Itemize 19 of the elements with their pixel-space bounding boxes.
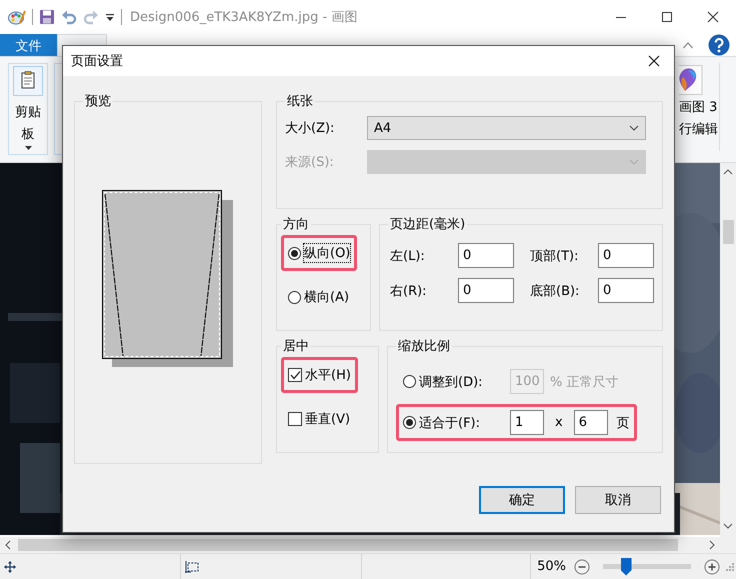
- field-label: 大小(Z):: [285, 120, 336, 137]
- separator-label: x: [555, 415, 563, 430]
- unit-label: 页: [616, 414, 630, 432]
- group-title: 居中: [282, 338, 310, 355]
- dialog-title: 页面设置: [71, 53, 123, 70]
- field-label: 右(R):: [389, 282, 428, 300]
- group-title: 页边距(毫米): [389, 216, 466, 233]
- unit-label: % 正常尺寸: [550, 374, 618, 390]
- field-label: 左(L):: [389, 248, 426, 264]
- field-label: 来源(S):: [285, 154, 335, 171]
- group-title: 缩放比例: [397, 338, 451, 355]
- group-title: 方向: [282, 216, 310, 233]
- group-title: 纸张: [286, 93, 314, 110]
- dropdown-value: A4: [374, 120, 392, 136]
- field-label: 顶部(T):: [529, 248, 580, 264]
- group-title: 预览: [84, 93, 112, 110]
- field-label: 底部(B):: [529, 282, 580, 300]
- window-title: Design006_eTK3AK8YZm.jpg - 画图: [130, 9, 358, 26]
- zoom-level: 50%: [537, 559, 566, 574]
